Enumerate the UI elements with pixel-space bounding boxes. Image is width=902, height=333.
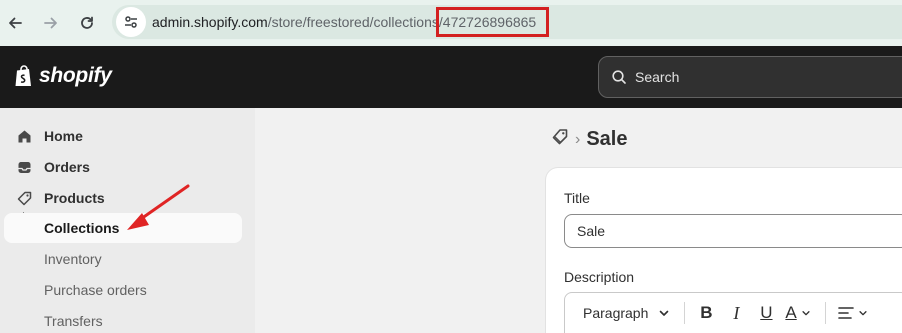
sidebar-item-purchase-orders[interactable]: Purchase orders xyxy=(0,275,255,305)
arrow-right-icon xyxy=(44,17,57,29)
logo-text: shopify xyxy=(39,64,112,87)
toolbar-divider xyxy=(825,302,827,324)
sidebar-item-home[interactable]: Home xyxy=(0,121,255,151)
search-input[interactable]: Search xyxy=(598,56,902,98)
title-label: Title xyxy=(564,190,590,206)
italic-button[interactable]: I xyxy=(721,303,751,324)
url-path: /store/freestored/collections xyxy=(267,14,439,30)
browser-toolbar: admin.shopify.com/store/freestored/colle… xyxy=(0,0,902,46)
sidebar-item-label: Collections xyxy=(44,220,120,236)
tag-icon[interactable] xyxy=(551,128,569,151)
chevron-down-icon xyxy=(802,311,810,316)
collection-form-card: Title Sale Description Paragraph B I U A xyxy=(546,168,902,333)
sidebar-item-orders[interactable]: Orders xyxy=(0,152,255,182)
rich-text-toolbar: Paragraph B I U A xyxy=(564,292,902,333)
main-content: › Sale Title Sale Description Paragraph … xyxy=(255,108,902,333)
bold-button[interactable]: B xyxy=(691,303,721,323)
page-title: Sale xyxy=(586,128,628,150)
search-label: Search xyxy=(635,69,680,85)
reload-button[interactable] xyxy=(74,10,100,36)
arrow-left-icon xyxy=(9,17,22,29)
annotation-arrow xyxy=(127,184,190,230)
sidebar-item-label: Products xyxy=(44,190,105,206)
sidebar-item-label: Inventory xyxy=(44,251,102,267)
forward-button[interactable] xyxy=(38,10,64,36)
reload-icon xyxy=(81,16,93,29)
breadcrumb-separator: › xyxy=(575,130,581,148)
paragraph-label: Paragraph xyxy=(583,305,649,321)
sidebar-item-transfers[interactable]: Transfers xyxy=(0,306,255,333)
url-host: admin.shopify.com xyxy=(152,14,268,30)
chevron-down-icon xyxy=(660,310,669,316)
sidebar-item-label: Home xyxy=(44,128,83,144)
title-input[interactable]: Sale xyxy=(564,214,902,248)
sidebar-item-inventory[interactable]: Inventory xyxy=(0,244,255,274)
paragraph-select[interactable]: Paragraph xyxy=(583,305,670,321)
site-info-button[interactable] xyxy=(116,7,146,37)
shopping-bag-icon xyxy=(15,65,31,86)
underline-button[interactable]: U xyxy=(751,303,781,323)
shopify-logo[interactable]: shopify xyxy=(13,64,112,88)
back-button[interactable] xyxy=(2,10,28,36)
text-color-button[interactable]: A xyxy=(781,303,817,323)
description-label: Description xyxy=(564,269,635,285)
tag-icon xyxy=(16,190,32,206)
sidebar-item-label: Transfers xyxy=(44,313,103,329)
inbox-icon xyxy=(16,159,32,175)
tune-icon xyxy=(125,16,137,28)
home-icon xyxy=(16,128,32,144)
page-header: › Sale xyxy=(551,128,627,151)
search-icon xyxy=(611,69,627,85)
sidebar-item-label: Orders xyxy=(44,159,90,175)
url-id-highlight xyxy=(436,7,549,37)
align-button[interactable] xyxy=(838,306,868,320)
title-input-value: Sale xyxy=(577,223,606,239)
text-color-label: A xyxy=(785,303,797,322)
chevron-down-icon xyxy=(859,311,867,316)
toolbar-divider xyxy=(684,302,686,324)
sidebar-item-label: Purchase orders xyxy=(44,282,147,298)
admin-topbar: shopify Search xyxy=(0,46,902,108)
align-left-icon xyxy=(838,307,855,319)
